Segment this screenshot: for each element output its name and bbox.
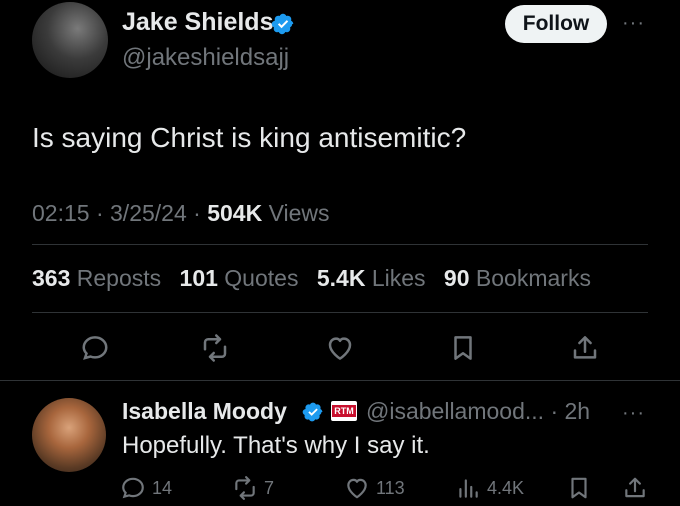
repost-icon[interactable] bbox=[200, 333, 230, 363]
views-count: 504K bbox=[207, 200, 263, 226]
reposts-stat[interactable]: 363 Reposts bbox=[32, 265, 161, 291]
reply-views-button[interactable]: 4.4K bbox=[455, 474, 524, 502]
repost-icon bbox=[235, 476, 255, 500]
author-handle[interactable]: @jakeshieldsajj bbox=[122, 44, 289, 72]
reply-share-button[interactable] bbox=[622, 474, 654, 502]
affiliate-badge-icon[interactable]: RTM bbox=[331, 401, 357, 421]
reply-time: 2h bbox=[564, 398, 591, 424]
bookmarks-stat[interactable]: 90 Bookmarks bbox=[444, 265, 591, 291]
reply-author-handle[interactable]: @isabellamood... · 2h bbox=[366, 398, 590, 425]
tweet-date[interactable]: 3/25/24 bbox=[110, 200, 187, 226]
divider bbox=[0, 380, 680, 381]
reply-text: Hopefully. That's why I say it. bbox=[122, 432, 430, 459]
reply-icon[interactable] bbox=[80, 333, 110, 363]
divider bbox=[32, 244, 648, 245]
reply-replies-count: 14 bbox=[152, 477, 173, 498]
tweet-meta: 02:15 · 3/25/24 · 504K Views bbox=[32, 200, 330, 226]
reply-like-button[interactable]: 113 bbox=[344, 474, 405, 502]
reply-icon bbox=[122, 477, 144, 499]
reply-author-avatar[interactable] bbox=[32, 398, 106, 472]
share-icon bbox=[625, 477, 645, 498]
tweet-time[interactable]: 02:15 bbox=[32, 200, 90, 226]
likes-stat[interactable]: 5.4K Likes bbox=[317, 265, 426, 291]
reply-author-name[interactable]: Isabella Moody bbox=[122, 398, 287, 425]
engagement-stats: 363 Reposts 101 Quotes 5.4K Likes 90 Boo… bbox=[32, 265, 603, 292]
reply-reposts-count: 7 bbox=[264, 477, 275, 498]
verified-badge-icon bbox=[271, 13, 294, 35]
quotes-stat[interactable]: 101 Quotes bbox=[180, 265, 299, 291]
bookmark-icon bbox=[571, 477, 587, 499]
reply-repost-button[interactable]: 7 bbox=[232, 474, 274, 502]
reply-reply-button[interactable]: 14 bbox=[120, 474, 172, 502]
like-icon bbox=[347, 478, 367, 499]
follow-button[interactable]: Follow bbox=[505, 5, 607, 43]
reply-bookmark-button[interactable] bbox=[566, 474, 598, 502]
views-chart-icon bbox=[459, 479, 478, 498]
divider bbox=[32, 312, 648, 313]
reply-views-count: 4.4K bbox=[487, 477, 525, 498]
tweet-text: Is saying Christ is king antisemitic? bbox=[32, 122, 467, 153]
author-name[interactable]: Jake Shields bbox=[122, 8, 273, 37]
share-icon[interactable] bbox=[570, 333, 600, 363]
verified-badge-icon bbox=[302, 402, 323, 422]
author-avatar[interactable] bbox=[32, 2, 108, 78]
reply-more-options-icon[interactable]: ··· bbox=[622, 402, 645, 425]
bookmark-icon[interactable] bbox=[448, 333, 478, 363]
reply-likes-count: 113 bbox=[376, 477, 405, 498]
more-options-icon[interactable]: ··· bbox=[622, 12, 645, 35]
like-icon[interactable] bbox=[325, 333, 355, 363]
views-label: Views bbox=[268, 200, 330, 226]
